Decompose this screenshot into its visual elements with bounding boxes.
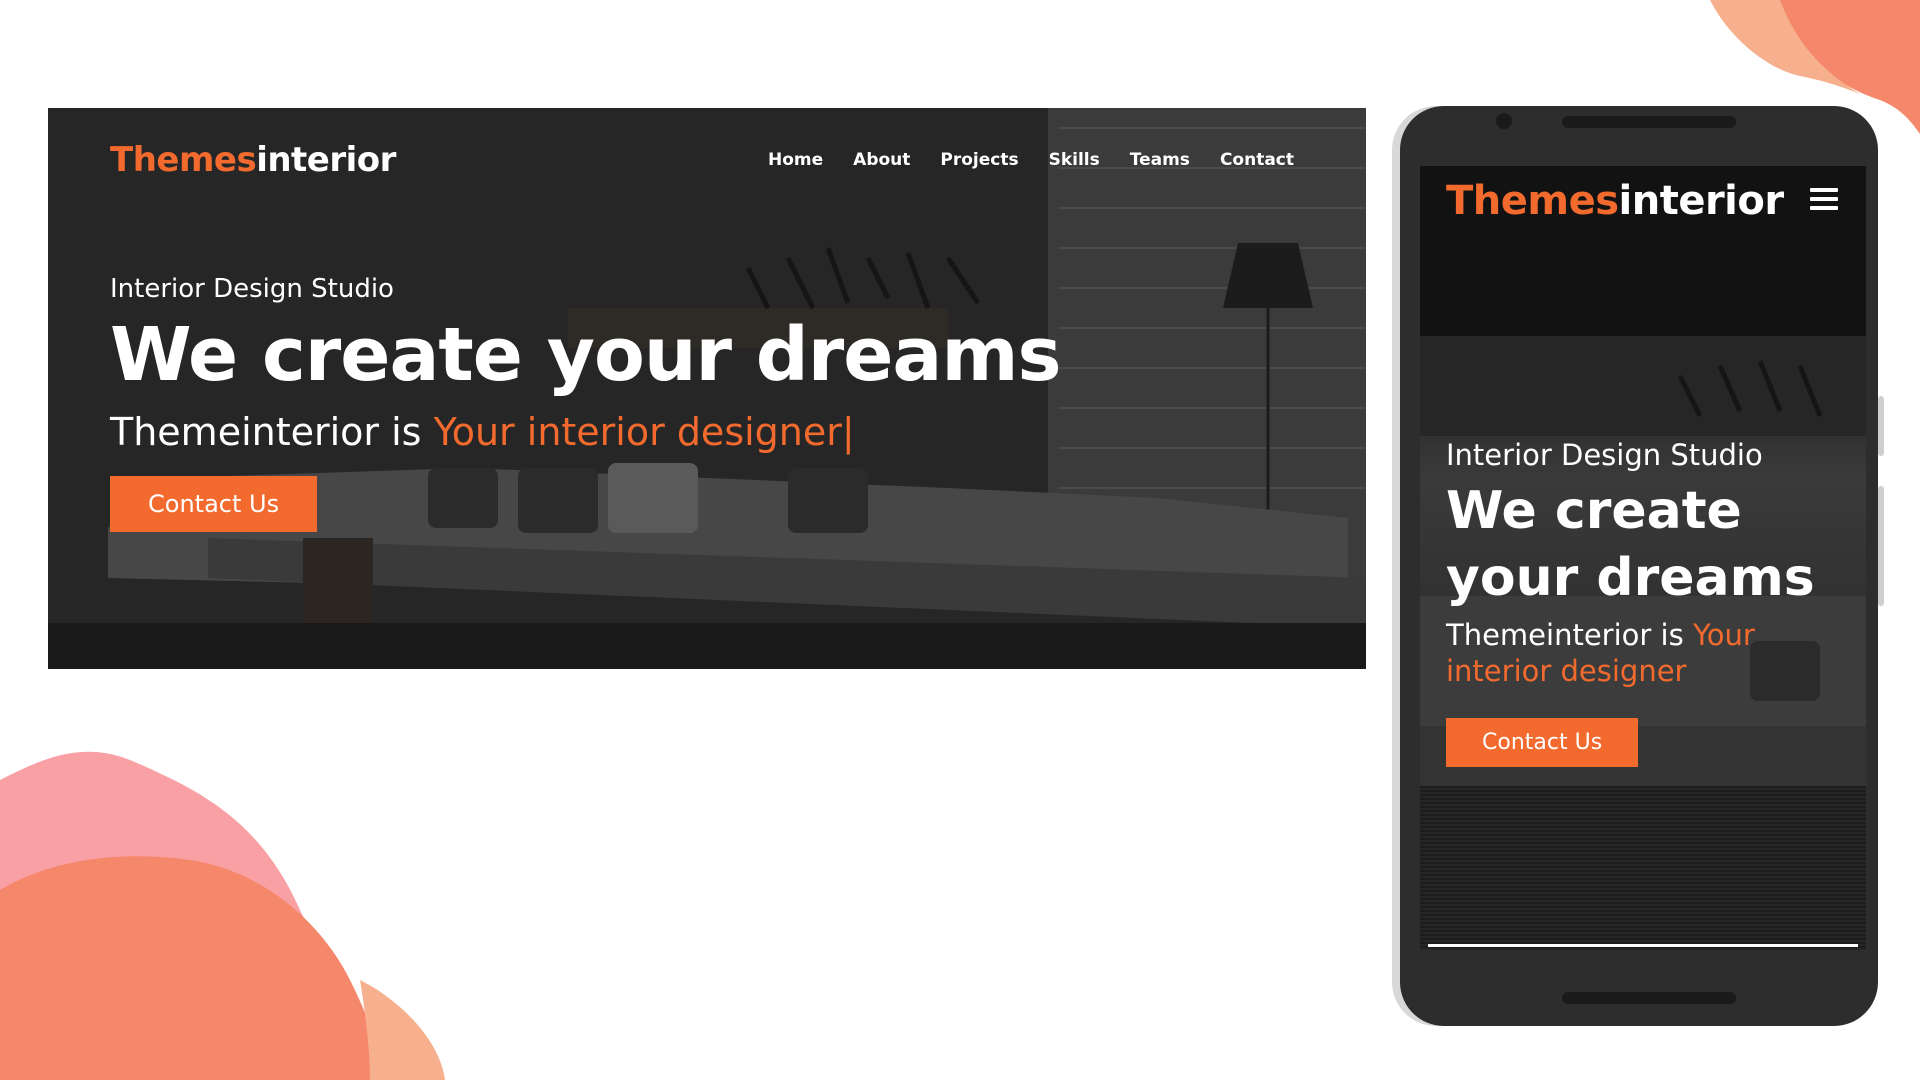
hero-eyebrow: Interior Design Studio [110,274,394,304]
phone-side-button [1878,396,1884,456]
logo-plain-text: interior [256,140,396,180]
hero-tagline: Themeinterior is Your interior designer| [110,410,1061,454]
nav-link-projects[interactable]: Projects [940,150,1018,170]
phone-home-bar [1562,992,1736,1004]
mobile-preview: Themesinterior Interior Design Studio We… [1420,166,1866,950]
phone-mockup: Themesinterior Interior Design Studio We… [1400,106,1884,1026]
logo-accent-text: Themes [1446,178,1619,224]
headline-line-1: We create [1446,481,1742,541]
desktop-nav-menu: Home About Projects Skills Teams Contact [768,150,1294,170]
tagline-accent: Your interior designer [433,410,842,454]
contact-us-button[interactable]: Contact Us [110,476,318,532]
desktop-navbar: Themesinterior Home About Projects Skill… [48,108,1366,208]
logo-plain-text: interior [1618,178,1785,224]
typing-cursor: | [841,410,855,454]
phone-speaker [1562,116,1736,128]
screen-underline [1428,944,1858,947]
tagline-prefix: Themeinterior is [1446,618,1693,653]
hero-headline: We create your dreams [1446,478,1846,611]
hero-eyebrow: Interior Design Studio [1446,438,1763,472]
hero-headline: We create your dreams [110,312,1062,398]
tagline-prefix: Themeinterior is [110,410,434,454]
mobile-logo[interactable]: Themesinterior [1446,178,1784,224]
decorative-blob-bottom-left [0,750,450,1080]
contact-us-button[interactable]: Contact Us [1446,717,1639,767]
rug-texture [1420,786,1866,950]
mobile-hero: Interior Design Studio We create your dr… [1446,438,1846,767]
desktop-logo[interactable]: Themesinterior [110,140,396,180]
nav-link-teams[interactable]: Teams [1130,150,1190,170]
mobile-navbar: Themesinterior [1420,166,1866,246]
phone-camera [1496,113,1512,129]
nav-link-skills[interactable]: Skills [1049,150,1100,170]
phone-side-button [1878,486,1884,606]
nav-link-home[interactable]: Home [768,150,823,170]
desktop-hero: Interior Design Studio We create your dr… [110,274,1062,532]
desktop-preview: Themesinterior Home About Projects Skill… [48,108,1366,669]
nav-link-contact[interactable]: Contact [1220,150,1294,170]
nav-link-about[interactable]: About [853,150,910,170]
logo-accent-text: Themes [110,140,257,180]
hamburger-menu-icon[interactable] [1810,188,1838,212]
hero-tagline: Themeinterior is Your interior designer [1446,617,1846,690]
headline-line-2: your dreams [1446,547,1815,608]
